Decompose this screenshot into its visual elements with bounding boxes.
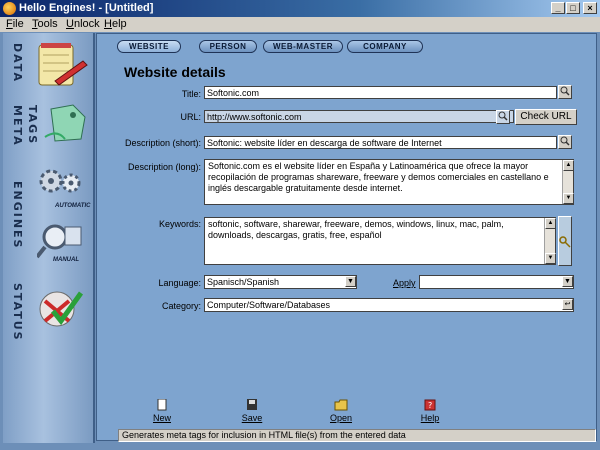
description-long-text: Softonic.com es el website líder en Espa…: [208, 161, 549, 193]
tab-website[interactable]: WEBSITE: [117, 40, 181, 53]
sidebar-label-tags: TAGS: [26, 105, 39, 146]
menu-help[interactable]: Help: [104, 18, 127, 30]
check-url-button[interactable]: Check URL: [515, 109, 577, 125]
notepad-pen-icon: [38, 43, 88, 86]
floppy-disk-icon: [247, 399, 257, 410]
description-short-label: Description (short):: [124, 138, 201, 148]
category-value: Computer/Software/Databases: [207, 300, 331, 310]
sidebar-sublabel-manual: MANUAL: [53, 257, 79, 263]
tag-icon: [44, 104, 86, 142]
gears-icon: [39, 169, 81, 193]
title-search-button[interactable]: [558, 85, 572, 99]
apply-label: Apply: [393, 278, 416, 288]
url-field[interactable]: http://www.softonic.com: [204, 110, 514, 123]
svg-text:?: ?: [428, 401, 432, 410]
new-document-icon: [157, 399, 167, 411]
keywords-label: Keywords:: [158, 219, 201, 229]
help-button[interactable]: ? Help: [410, 399, 450, 423]
app-icon[interactable]: [3, 2, 16, 15]
apply-select[interactable]: [419, 275, 574, 289]
language-select[interactable]: Spanisch/Spanish: [204, 275, 357, 289]
sidebar-label-data: DATA: [11, 43, 24, 83]
description-long-label: Description (long):: [127, 162, 201, 172]
sidebar-label-engines: ENGINES: [11, 181, 24, 250]
search-icon: [560, 86, 570, 96]
menu-unlock[interactable]: Unlock: [66, 18, 100, 30]
save-button[interactable]: Save: [232, 399, 272, 423]
url-label: URL:: [180, 112, 201, 122]
scroll-up-icon[interactable]: ▲: [545, 218, 556, 229]
scroll-up-icon[interactable]: ▲: [563, 160, 574, 171]
sidebar-sublabel-automatic: AUTOMATIC: [55, 203, 91, 209]
url-search-button[interactable]: [496, 110, 510, 124]
sidebar-label-status: STATUS: [11, 283, 24, 342]
scroll-down-icon[interactable]: ▼: [563, 193, 574, 204]
language-value: Spanisch/Spanish: [207, 277, 280, 287]
menu-tools[interactable]: Tools: [32, 18, 58, 30]
description-long-scrollbar[interactable]: ▲ ▼: [562, 160, 574, 204]
page-title: Website details: [124, 64, 226, 80]
description-long-field[interactable]: Softonic.com es el website líder en Espa…: [204, 159, 574, 205]
language-label: Language:: [158, 278, 201, 288]
open-button[interactable]: Open: [321, 399, 361, 423]
keywords-field[interactable]: softonic, software, sharewar, freeware, …: [204, 217, 556, 265]
maximize-button[interactable]: □: [566, 2, 580, 14]
open-folder-icon: [334, 399, 348, 411]
sidebar: DATA META TAGS ENGINES AUTOMATIC MANUAL …: [3, 33, 95, 443]
menu-bar: File Tools Unlock Help: [0, 17, 600, 32]
description-short-field[interactable]: Softonic: website líder en descarga de s…: [204, 136, 557, 149]
category-browse-icon[interactable]: ↩: [562, 299, 573, 310]
category-field[interactable]: Computer/Software/Databases: [204, 298, 574, 312]
title-field[interactable]: Softonic.com: [204, 86, 557, 99]
tab-person[interactable]: PERSON: [199, 40, 257, 53]
help-book-icon: ?: [424, 399, 436, 411]
scroll-down-icon[interactable]: ▼: [545, 253, 556, 264]
keywords-key-button[interactable]: [558, 216, 572, 266]
tab-web-master[interactable]: WEB-MASTER: [263, 40, 343, 53]
key-icon: [559, 235, 571, 248]
title-bar: Hello Engines! - [Untitled] _ □ ×: [0, 0, 600, 17]
keywords-text: softonic, software, sharewar, freeware, …: [208, 219, 504, 240]
keywords-scrollbar[interactable]: ▲ ▼: [544, 218, 556, 264]
sidebar-label-meta: META: [11, 105, 24, 147]
menu-file[interactable]: File: [6, 18, 24, 30]
apply-dropdown-icon[interactable]: ▼: [562, 276, 573, 287]
status-bar: Generates meta tags for inclusion in HTM…: [118, 429, 596, 442]
language-dropdown-icon[interactable]: ▼: [345, 276, 356, 287]
checkmark-icon: [39, 291, 84, 327]
tab-company[interactable]: COMPANY: [347, 40, 423, 53]
search-icon: [560, 136, 570, 146]
search-icon: [498, 111, 508, 121]
minimize-button[interactable]: _: [551, 2, 565, 14]
category-label: Category:: [161, 301, 201, 311]
window-title: Hello Engines! - [Untitled]: [19, 2, 154, 14]
title-label: Title:: [181, 89, 201, 99]
main-panel: WEBSITE PERSON WEB-MASTER COMPANY Websit…: [96, 33, 597, 441]
new-button[interactable]: New: [142, 399, 182, 423]
close-button[interactable]: ×: [583, 2, 597, 14]
description-short-search-button[interactable]: [558, 135, 572, 149]
